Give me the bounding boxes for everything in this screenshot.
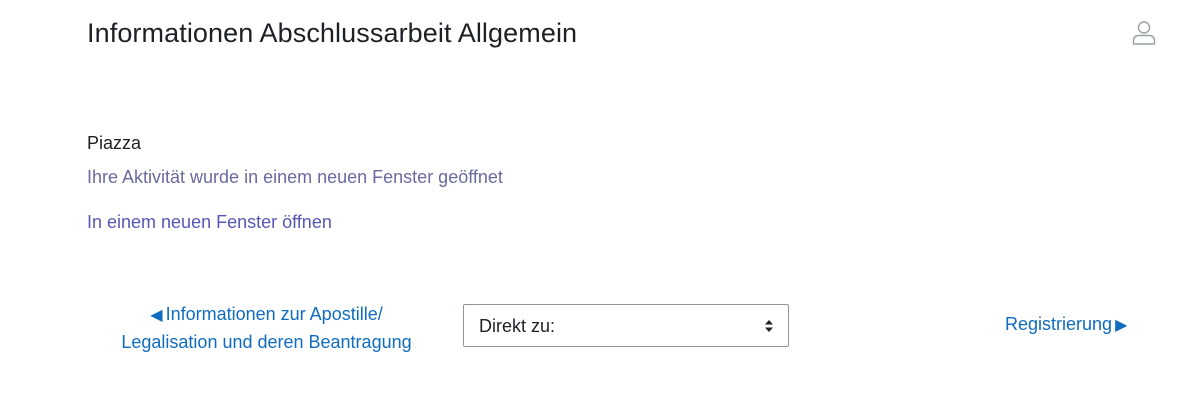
page-title: Informationen Abschlussarbeit Allgemein bbox=[87, 18, 578, 48]
next-activity-link[interactable]: Registrierung ▶ bbox=[1005, 314, 1127, 335]
previous-activity-link[interactable]: ◀ Informationen zur Apostille/ Legalisati… bbox=[100, 301, 433, 355]
jump-to-select[interactable]: Direkt zu: bbox=[463, 304, 789, 347]
previous-activity-label-line1: Informationen zur Apostille/ bbox=[165, 304, 383, 324]
triangle-left-icon: ◀ bbox=[150, 307, 163, 324]
triangle-right-icon: ▶ bbox=[1115, 317, 1128, 334]
activity-name: Piazza bbox=[87, 133, 142, 153]
open-in-new-window-link[interactable]: In einem neuen Fenster öffnen bbox=[87, 212, 332, 233]
previous-activity-label-line2: Legalisation und deren Beantragung bbox=[121, 332, 412, 352]
page: Informationen Abschlussarbeit Allgemein … bbox=[0, 0, 1200, 404]
jump-to-selected-value: Direkt zu: bbox=[479, 316, 556, 336]
next-activity-label: Registrierung bbox=[1005, 314, 1113, 334]
select-arrows-icon bbox=[765, 320, 773, 332]
user-icon-svg bbox=[1132, 21, 1156, 45]
user-icon[interactable] bbox=[1130, 19, 1158, 47]
activity-info-text: Ihre Aktivität wurde in einem neuen Fens… bbox=[87, 167, 503, 187]
